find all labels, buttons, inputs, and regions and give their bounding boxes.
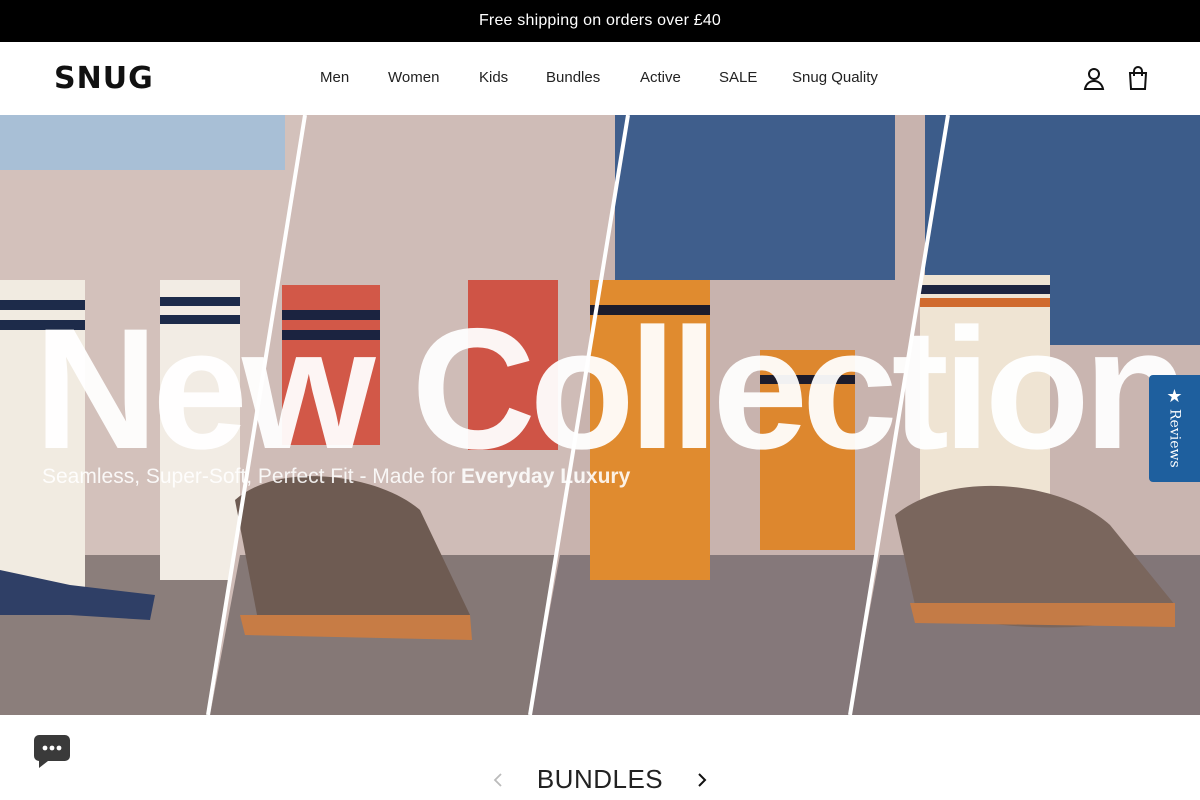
cart-icon[interactable] <box>1124 64 1152 92</box>
chevron-right-icon[interactable] <box>692 770 712 790</box>
nav-active[interactable]: Active <box>640 69 681 86</box>
hero-subtitle: Seamless, Super-Soft, Perfect Fit - Made… <box>42 465 630 489</box>
reviews-tab[interactable]: ★ Reviews <box>1149 375 1200 482</box>
nav-snug-quality[interactable]: Snug Quality <box>792 69 878 86</box>
hero-subtitle-regular: Seamless, Super-Soft, Perfect Fit - Made… <box>42 465 461 488</box>
star-icon: ★ <box>1166 386 1183 406</box>
nav-kids[interactable]: Kids <box>479 69 508 86</box>
nav-sale[interactable]: SALE <box>719 69 757 86</box>
main-nav: Men Women Kids Bundles Active SALE Snug … <box>0 42 1200 115</box>
bundles-title: BUNDLES <box>536 764 664 794</box>
nav-men[interactable]: Men <box>320 69 349 86</box>
announcement-text: Free shipping on orders over £40 <box>478 12 722 29</box>
reviews-label: Reviews <box>1166 409 1183 468</box>
announcement-bar: Free shipping on orders over £40 <box>0 0 1200 42</box>
hero-title: New Collection <box>34 293 1189 485</box>
nav-women[interactable]: Women <box>388 69 439 86</box>
hero-banner[interactable]: New Collection Seamless, Super-Soft, Per… <box>0 115 1200 715</box>
site-header: SNUG Men Women Kids Bundles Active SALE … <box>0 42 1200 115</box>
hero-subtitle-bold: Everyday Luxury <box>461 465 631 488</box>
account-icon[interactable] <box>1080 64 1108 92</box>
nav-bundles[interactable]: Bundles <box>546 69 600 86</box>
bundles-carousel-header: BUNDLES <box>0 760 1200 800</box>
